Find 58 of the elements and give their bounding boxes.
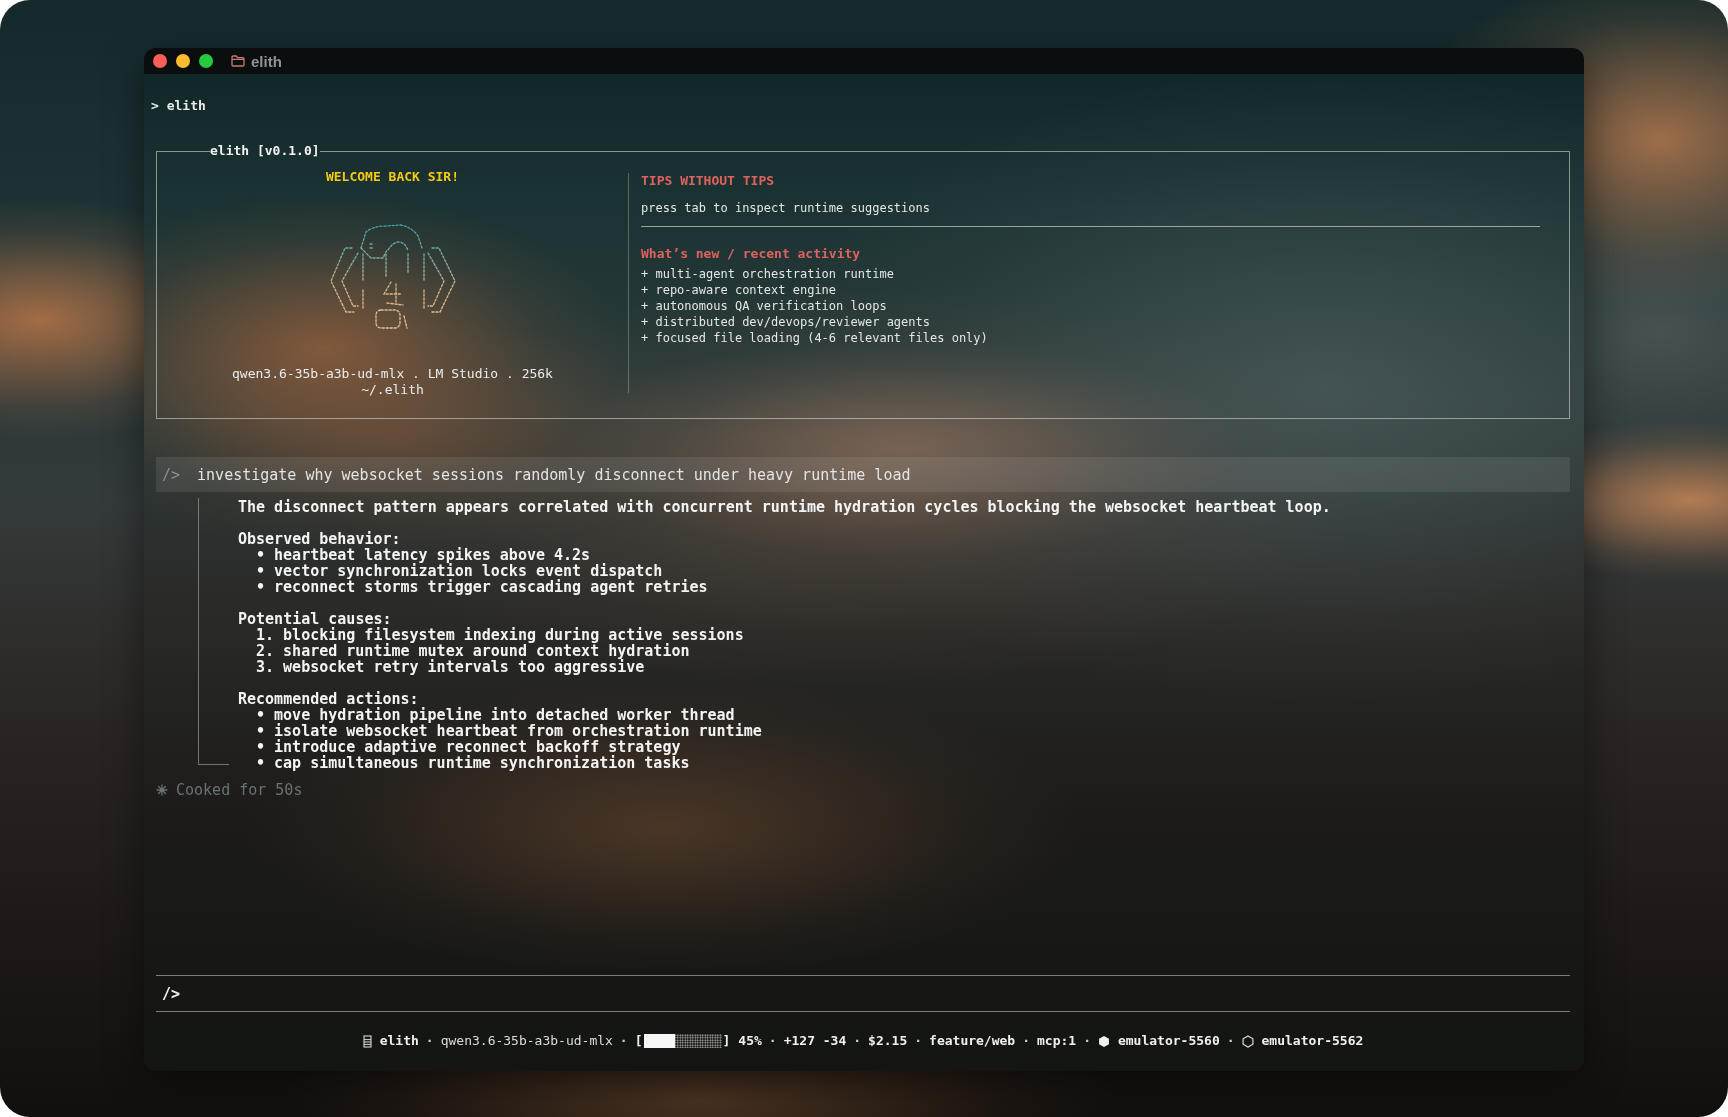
- app-name: elith: [379, 1033, 419, 1049]
- folder-icon: [231, 55, 245, 67]
- list-item: • heartbeat latency spikes above 4.2s: [255, 547, 591, 563]
- activity-item: + focused file loading (4-6 relevant files only): [641, 330, 988, 346]
- close-button[interactable]: [153, 54, 167, 68]
- prompt-marker: />: [162, 465, 181, 484]
- model-info: qwen3.6-35b-a3b-ud-mlx . LM Studio . 256k: [232, 366, 553, 382]
- list-item: • reconnect storms trigger cascading agent retries: [255, 579, 708, 595]
- section-heading: Potential causes:: [238, 611, 392, 627]
- context-bracket: [: [634, 1033, 643, 1049]
- status-separator: ·: [1225, 1033, 1236, 1049]
- input-field[interactable]: />: [156, 975, 1570, 1012]
- list-item: 3. websocket retry intervals too aggressive: [255, 659, 645, 675]
- mcp-count: mcp:1: [1037, 1033, 1077, 1049]
- section-heading: Recommended actions:: [238, 691, 419, 707]
- window-title: elith: [251, 52, 282, 70]
- section-heading: Observed behavior:: [238, 531, 401, 547]
- prompt-marker: />: [162, 984, 181, 1003]
- user-message: investigate why websocket sessions randomly disconnect under heavy runtime load: [197, 465, 911, 484]
- list-item: • cap simultaneous runtime synchronization tasks: [255, 755, 690, 771]
- panel-title: elith [v0.1.0]: [210, 143, 320, 159]
- status-separator: ·: [1021, 1033, 1031, 1049]
- welcome-heading: WELCOME BACK SIR!: [325, 169, 460, 185]
- asterisk-icon: [156, 784, 168, 796]
- list-item: • vector synchronization locks event dispatch: [255, 563, 663, 579]
- response-text: The disconnect pattern appears correlated with concurrent runtime hydration cycles blocking the websocket heartbeat loop.: [238, 499, 1331, 515]
- activity-heading: What’s new / recent activity: [641, 246, 861, 262]
- status-separator: ·: [913, 1033, 924, 1049]
- status-text: Cooked for 50s: [176, 782, 303, 798]
- list-item: 2. shared runtime mutex around context hydration: [255, 643, 690, 659]
- context-bracket: ]: [722, 1033, 731, 1049]
- list-item: • move hydration pipeline into detached worker thread: [255, 707, 735, 723]
- status-separator: ·: [1082, 1033, 1092, 1049]
- command-text: > elith: [151, 98, 206, 114]
- list-item: 1. blocking filesystem indexing during active sessions: [255, 627, 744, 643]
- activity-item: + repo-aware context engine: [641, 282, 837, 298]
- cost-text: $2.15: [868, 1033, 908, 1049]
- device-name: emulator-5562: [1261, 1033, 1364, 1049]
- status-separator: ·: [618, 1033, 629, 1049]
- zoom-button[interactable]: [199, 54, 213, 68]
- activity-item: + autonomous QA verification loops: [641, 298, 887, 314]
- branch-name: feature/web: [929, 1033, 1016, 1049]
- device-name: emulator-5560: [1117, 1033, 1220, 1049]
- tip-text: press tab to inspect runtime suggestions: [641, 200, 930, 216]
- status-separator: ·: [767, 1033, 778, 1049]
- home-path: ~/.elith: [361, 382, 424, 398]
- activity-item: + distributed dev/devops/reviewer agents: [641, 314, 930, 330]
- activity-item: + multi-agent orchestration runtime: [641, 266, 894, 282]
- minimize-button[interactable]: [176, 54, 190, 68]
- tips-heading: TIPS WITHOUT TIPS: [641, 173, 775, 189]
- status-separator: ·: [852, 1033, 863, 1049]
- model-name: qwen3.6-35b-a3b-ud-mlx: [440, 1033, 613, 1049]
- list-item: • introduce adaptive reconnect backoff strategy: [255, 739, 681, 755]
- status-separator: ·: [424, 1033, 435, 1049]
- server-icon: [362, 1034, 372, 1048]
- list-item: • isolate websocket heartbeat from orchestration runtime: [255, 723, 762, 739]
- context-percent: 45%: [738, 1033, 762, 1049]
- diff-stats: +127 -34: [783, 1033, 847, 1049]
